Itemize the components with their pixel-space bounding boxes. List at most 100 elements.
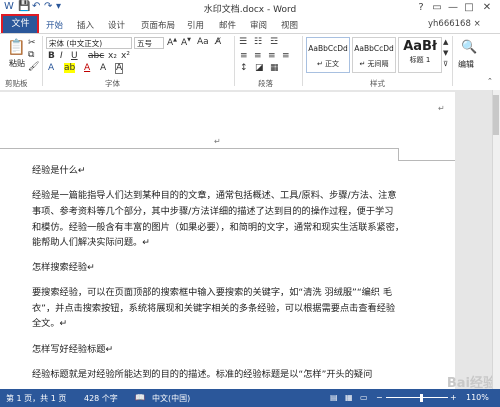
doc-line: 怎样写好经验标题↵ (32, 344, 114, 355)
styles-group-label: 样式 (370, 79, 385, 88)
text-effects-icon[interactable]: A (48, 63, 54, 73)
style-no-spacing[interactable]: AaBbCcDd ↵ 无间隔 (352, 37, 396, 73)
read-mode-icon[interactable]: ▤ (330, 393, 338, 402)
minimize-button[interactable]: — (446, 1, 460, 14)
maximize-button[interactable]: □ (462, 1, 476, 14)
separator (42, 36, 43, 86)
align-right-icon[interactable]: ≡ (268, 51, 276, 61)
bullets-icon[interactable]: ☰ (239, 37, 247, 47)
print-layout-icon[interactable]: ▦ (345, 393, 353, 402)
doc-line: 和模仿。经验一般含有丰富的图片（如果必要），和简明的文字，通常和现实生活联系紧密… (32, 222, 405, 233)
ribbon-display-button[interactable]: ▭ (430, 1, 444, 14)
style-name: 标题 1 (409, 56, 431, 64)
underline-icon[interactable]: U (71, 51, 78, 61)
separator (234, 36, 235, 86)
tab-design[interactable]: 设计 (108, 19, 125, 31)
justify-icon[interactable]: ≡ (282, 51, 290, 61)
doc-line: 要搜索经验，可以在页面顶部的搜索框中输入要搜索的关键字，如“清洗 羽绒服”“编织… (32, 287, 393, 298)
tab-page-layout[interactable]: 页面布局 (141, 19, 175, 31)
font-name-box[interactable]: 宋体 (中文正文) (46, 37, 132, 49)
doc-line: 经验标题就是对经验所能达到的目的的描述。标准的经验标题是以“怎样”开头的疑问 (32, 369, 373, 380)
char-shading-icon[interactable]: A (100, 63, 106, 73)
styles-more-icon[interactable]: ⊽ (443, 60, 448, 68)
header-paragraph-mark: ↵ (214, 137, 221, 146)
bold-icon[interactable]: B (48, 51, 55, 61)
user-account[interactable]: yh666168 × (428, 19, 481, 29)
zoom-slider[interactable] (386, 397, 448, 398)
tab-review[interactable]: 审阅 (250, 19, 267, 31)
tab-insert[interactable]: 插入 (77, 19, 94, 31)
language[interactable]: 中文(中国) (152, 393, 190, 404)
font-group-label: 字体 (105, 79, 120, 88)
zoom-slider-thumb[interactable] (420, 394, 423, 402)
style-name: ↵ 正文 (316, 60, 340, 68)
copy-icon[interactable]: ⧉ (28, 50, 34, 60)
format-painter-icon[interactable]: 🖌 (28, 62, 39, 72)
shrink-font-icon[interactable]: A▼ (181, 37, 191, 48)
collapse-ribbon-icon[interactable]: ⌃ (487, 77, 493, 85)
header-paragraph-mark: ↵ (438, 104, 445, 113)
numbering-icon[interactable]: ☷ (254, 37, 262, 47)
find-icon[interactable]: 🔍 (461, 40, 477, 55)
style-preview: AaBł (403, 39, 437, 54)
style-heading1[interactable]: AaBł 标题 1 (398, 37, 442, 73)
paragraph-group-label: 段落 (258, 79, 273, 88)
align-left-icon[interactable]: ≡ (240, 51, 248, 61)
doc-line: 事项、参考资料等几个部分，其中步骤/方法详细的描述了达到目的的操作过程，便于学习 (32, 206, 394, 217)
margin-corner-line (398, 160, 455, 161)
styles-scroll-down-icon[interactable]: ▼ (443, 49, 448, 57)
align-center-icon[interactable]: ≡ (254, 51, 262, 61)
help-button[interactable]: ? (414, 1, 428, 14)
tab-view[interactable]: 视图 (281, 19, 298, 31)
style-preview: AaBbCcDd (354, 44, 394, 53)
close-button[interactable]: ✕ (480, 1, 494, 14)
char-border-icon[interactable]: A (115, 63, 124, 74)
doc-line: 全文。↵ (32, 318, 68, 329)
strikethrough-icon[interactable]: abc (88, 51, 104, 61)
separator (452, 36, 453, 86)
line-spacing-icon[interactable]: ↕ (240, 63, 248, 73)
tab-references[interactable]: 引用 (187, 19, 204, 31)
font-size-box[interactable]: 五号 (134, 37, 164, 49)
tab-mailings[interactable]: 邮件 (219, 19, 236, 31)
doc-line: 经验是一篇能指导人们达到某种目的的文章，通常包括概述、工具/原料、步骤/方法、注… (32, 190, 397, 201)
font-color-icon[interactable]: A (84, 63, 90, 73)
scroll-thumb[interactable] (493, 95, 499, 135)
zoom-in-icon[interactable]: + (450, 393, 457, 402)
zoom-out-icon[interactable]: − (376, 393, 383, 402)
style-normal[interactable]: AaBbCcDd ↵ 正文 (306, 37, 350, 73)
multilevel-list-icon[interactable]: ☲ (270, 37, 278, 47)
file-tab-highlight (1, 14, 39, 35)
doc-line: 怎样搜索经验↵ (32, 262, 95, 273)
word-count[interactable]: 428 个字 (84, 393, 118, 404)
change-case-icon[interactable]: Aa (197, 37, 209, 47)
doc-line: 经验是什么↵ (32, 165, 86, 176)
shading-icon[interactable]: ◪ (255, 63, 264, 73)
web-layout-icon[interactable]: ▭ (360, 393, 368, 402)
highlight-icon[interactable]: ab (64, 63, 76, 73)
doc-line: 衣”，并点击搜索按钮，系统将展现和关键字相关的多条经验，可以根据需要点击查看经验 (32, 303, 396, 314)
clear-format-icon[interactable]: A̸ (215, 37, 221, 47)
paste-icon[interactable]: 📋 (7, 38, 26, 56)
page-top-strip (0, 92, 455, 100)
italic-icon[interactable]: I (60, 51, 63, 61)
borders-icon[interactable]: ▦ (270, 63, 279, 73)
editing-button[interactable]: 编辑 (458, 59, 474, 70)
separator (302, 36, 303, 86)
grow-font-icon[interactable]: A▲ (167, 37, 177, 48)
superscript-icon[interactable]: x² (121, 51, 130, 61)
tab-home[interactable]: 开始 (46, 19, 63, 31)
zoom-level[interactable]: 110% (466, 393, 489, 402)
style-name: ↵ 无间隔 (359, 60, 389, 68)
subscript-icon[interactable]: x₂ (108, 51, 117, 61)
paste-button[interactable]: 粘贴 (9, 58, 25, 69)
doc-line: 能帮助人们解决实际问题。↵ (32, 237, 150, 248)
page-count[interactable]: 第 1 页，共 1 页 (6, 393, 66, 404)
header-separator (0, 148, 398, 149)
style-preview: AaBbCcDd (308, 44, 348, 53)
cut-icon[interactable]: ✂ (28, 38, 36, 48)
styles-scroll-up-icon[interactable]: ▲ (443, 38, 448, 46)
status-bar: 第 1 页，共 1 页 428 个字 📖 中文(中国) ▤ ▦ ▭ − + 11… (0, 389, 500, 407)
clipboard-group-label: 剪贴板 (5, 79, 28, 88)
proofing-icon[interactable]: 📖 (135, 393, 145, 402)
